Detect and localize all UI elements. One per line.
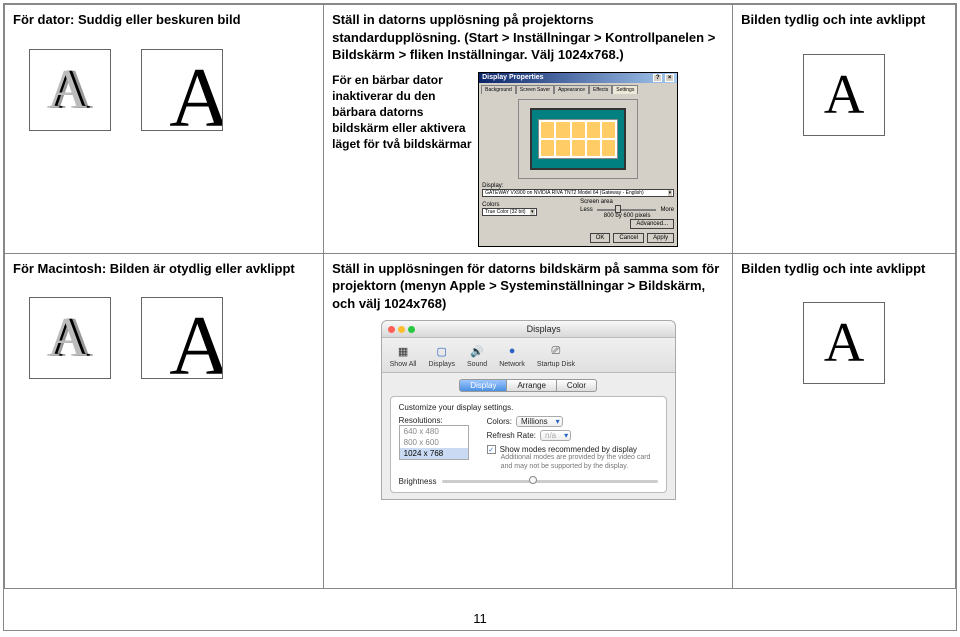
sample-clipped-mac: A [141,297,223,379]
grid-icon: ▦ [393,342,413,360]
mac-resolution-list[interactable]: 640 x 480 800 x 600 1024 x 768 [399,425,469,460]
mac-res-800[interactable]: 800 x 600 [400,437,468,448]
sample-blurry-mac: A [29,297,111,379]
cell-mac-result: Bilden tydlig och inte avklippt A [733,253,956,588]
win-display-combo[interactable]: GATEWAY VX900 on NVIDIA RIVA TNT2 Model … [482,189,674,197]
mac-colors-label: Colors: [487,417,512,426]
mac-tool-displays-label: Displays [429,361,455,368]
win-titlebar: Display Properties ? × [479,73,677,83]
win-cancel-button[interactable]: Cancel [613,233,644,243]
glyph-clipped-A: A [169,63,223,131]
win-area-label: Screen area [580,199,674,205]
sample-blurry: A [29,49,111,131]
instruction-grid: För dator: Suddig eller beskuren bild A … [4,4,956,589]
cell-mac-problem: För Macintosh: Bilden är otydlig eller a… [5,253,324,588]
mac-tool-displays[interactable]: ▢Displays [429,342,455,368]
mac-seg-arrange[interactable]: Arrange [507,379,556,392]
mac-refresh-combo[interactable]: n/a [540,430,571,441]
win-folder-grid [538,119,618,159]
sample-clear-pc: A [803,54,885,136]
cell-pc-result: Bilden tydlig och inte avklippt A [733,5,956,254]
display-icon: ▢ [432,342,452,360]
heading-mac-result: Bilden tydlig och inte avklippt [741,260,947,278]
mac-seg-display[interactable]: Display [459,379,507,392]
mac-tool-startup-label: Startup Disk [537,361,575,368]
mac-showmodes-label: Show modes recommended by display [500,445,637,454]
page: För dator: Suddig eller beskuren bild A … [3,3,957,631]
mac-showmodes-checkbox[interactable]: ✓ [487,445,496,454]
mac-res-1024[interactable]: 1024 x 768 [400,448,468,459]
win-monitor-preview [518,99,638,179]
mac-tool-showall[interactable]: ▦Show All [390,342,417,368]
mac-tool-network-label: Network [499,361,525,368]
win-colors-combo[interactable]: True Color (32 bit) [482,208,536,216]
win-tab-effects[interactable]: Effects [589,85,612,94]
win-ok-button[interactable]: OK [590,233,611,243]
network-icon: ● [502,342,522,360]
startup-disk-icon: ⎚ [546,342,566,360]
subtext-laptop-note: För en bärbar dator inaktiverar du den b… [332,72,472,153]
mac-toolbar: ▦Show All ▢Displays 🔊Sound ●Network ⎚Sta… [382,338,675,373]
heading-pc-problem: För dator: Suddig eller beskuren bild [13,11,315,29]
win-tab-appearance[interactable]: Appearance [554,85,589,94]
win-area-value: 800 by 600 pixels [580,213,674,219]
sound-icon: 🔊 [467,342,487,360]
page-number: 11 [4,611,956,626]
mac-showmodes-note: Additional modes are provided by the vid… [501,454,658,471]
heading-mac-problem: För Macintosh: Bilden är otydlig eller a… [13,260,315,278]
win-tab-background[interactable]: Background [481,85,516,94]
mac-displays-window: Displays ▦Show All ▢Displays 🔊Sound ●Net… [381,320,676,500]
win-tabs: Background Screen Saver Appearance Effec… [479,83,677,94]
mac-zoom-icon[interactable] [408,326,415,333]
mac-brightness-label: Brightness [399,477,437,486]
sample-clear-mac: A [803,302,885,384]
mac-minimize-icon[interactable] [398,326,405,333]
win-help-icon[interactable]: ? [653,74,662,82]
win-advanced-button[interactable]: Advanced... [630,219,674,229]
mac-close-icon[interactable] [388,326,395,333]
win-apply-button[interactable]: Apply [647,233,674,243]
cell-pc-solution: Ställ in datorns upplösning på projektor… [324,5,733,254]
mac-desc: Customize your display settings. [399,403,658,412]
mac-tool-sound-label: Sound [467,361,487,368]
mac-seg-color[interactable]: Color [557,379,597,392]
glyph-clean-A-mac: A [824,311,864,375]
sample-clipped: A [141,49,223,131]
glyph-blurry-A-mac: A [50,306,90,370]
windows-display-properties-dialog: Display Properties ? × Background Screen… [478,72,678,247]
mac-tool-showall-label: Show All [390,361,417,368]
heading-mac-solution: Ställ in upplösningen för datorns bildsk… [332,260,724,313]
mac-title-text: Displays [419,324,669,334]
mac-titlebar: Displays [382,321,675,338]
cell-pc-problem: För dator: Suddig eller beskuren bild A … [5,5,324,254]
win-area-more: More [660,207,674,213]
win-tab-settings[interactable]: Settings [612,85,638,94]
heading-pc-solution: Ställ in datorns upplösning på projektor… [332,11,724,64]
mac-tool-startup[interactable]: ⎚Startup Disk [537,342,575,368]
glyph-blurry-A: A [50,58,90,122]
win-title-buttons: ? × [652,74,674,82]
mac-tool-network[interactable]: ●Network [499,342,525,368]
glyph-clipped-A-mac: A [169,311,223,379]
win-tab-screensaver[interactable]: Screen Saver [516,85,554,94]
heading-pc-result: Bilden tydlig och inte avklippt [741,11,947,29]
win-title-text: Display Properties [482,74,543,81]
win-close-icon[interactable]: × [665,74,674,82]
win-area-slider[interactable] [597,209,657,211]
mac-colors-combo[interactable]: Millions [516,416,563,427]
cell-mac-solution: Ställ in upplösningen för datorns bildsk… [324,253,733,588]
glyph-clean-A: A [824,63,864,127]
mac-brightness-slider[interactable] [442,480,657,483]
mac-tool-sound[interactable]: 🔊Sound [467,342,487,368]
mac-refresh-label: Refresh Rate: [487,431,536,440]
mac-res-640[interactable]: 640 x 480 [400,426,468,437]
win-area-less: Less [580,207,593,213]
mac-res-label: Resolutions: [399,416,469,425]
